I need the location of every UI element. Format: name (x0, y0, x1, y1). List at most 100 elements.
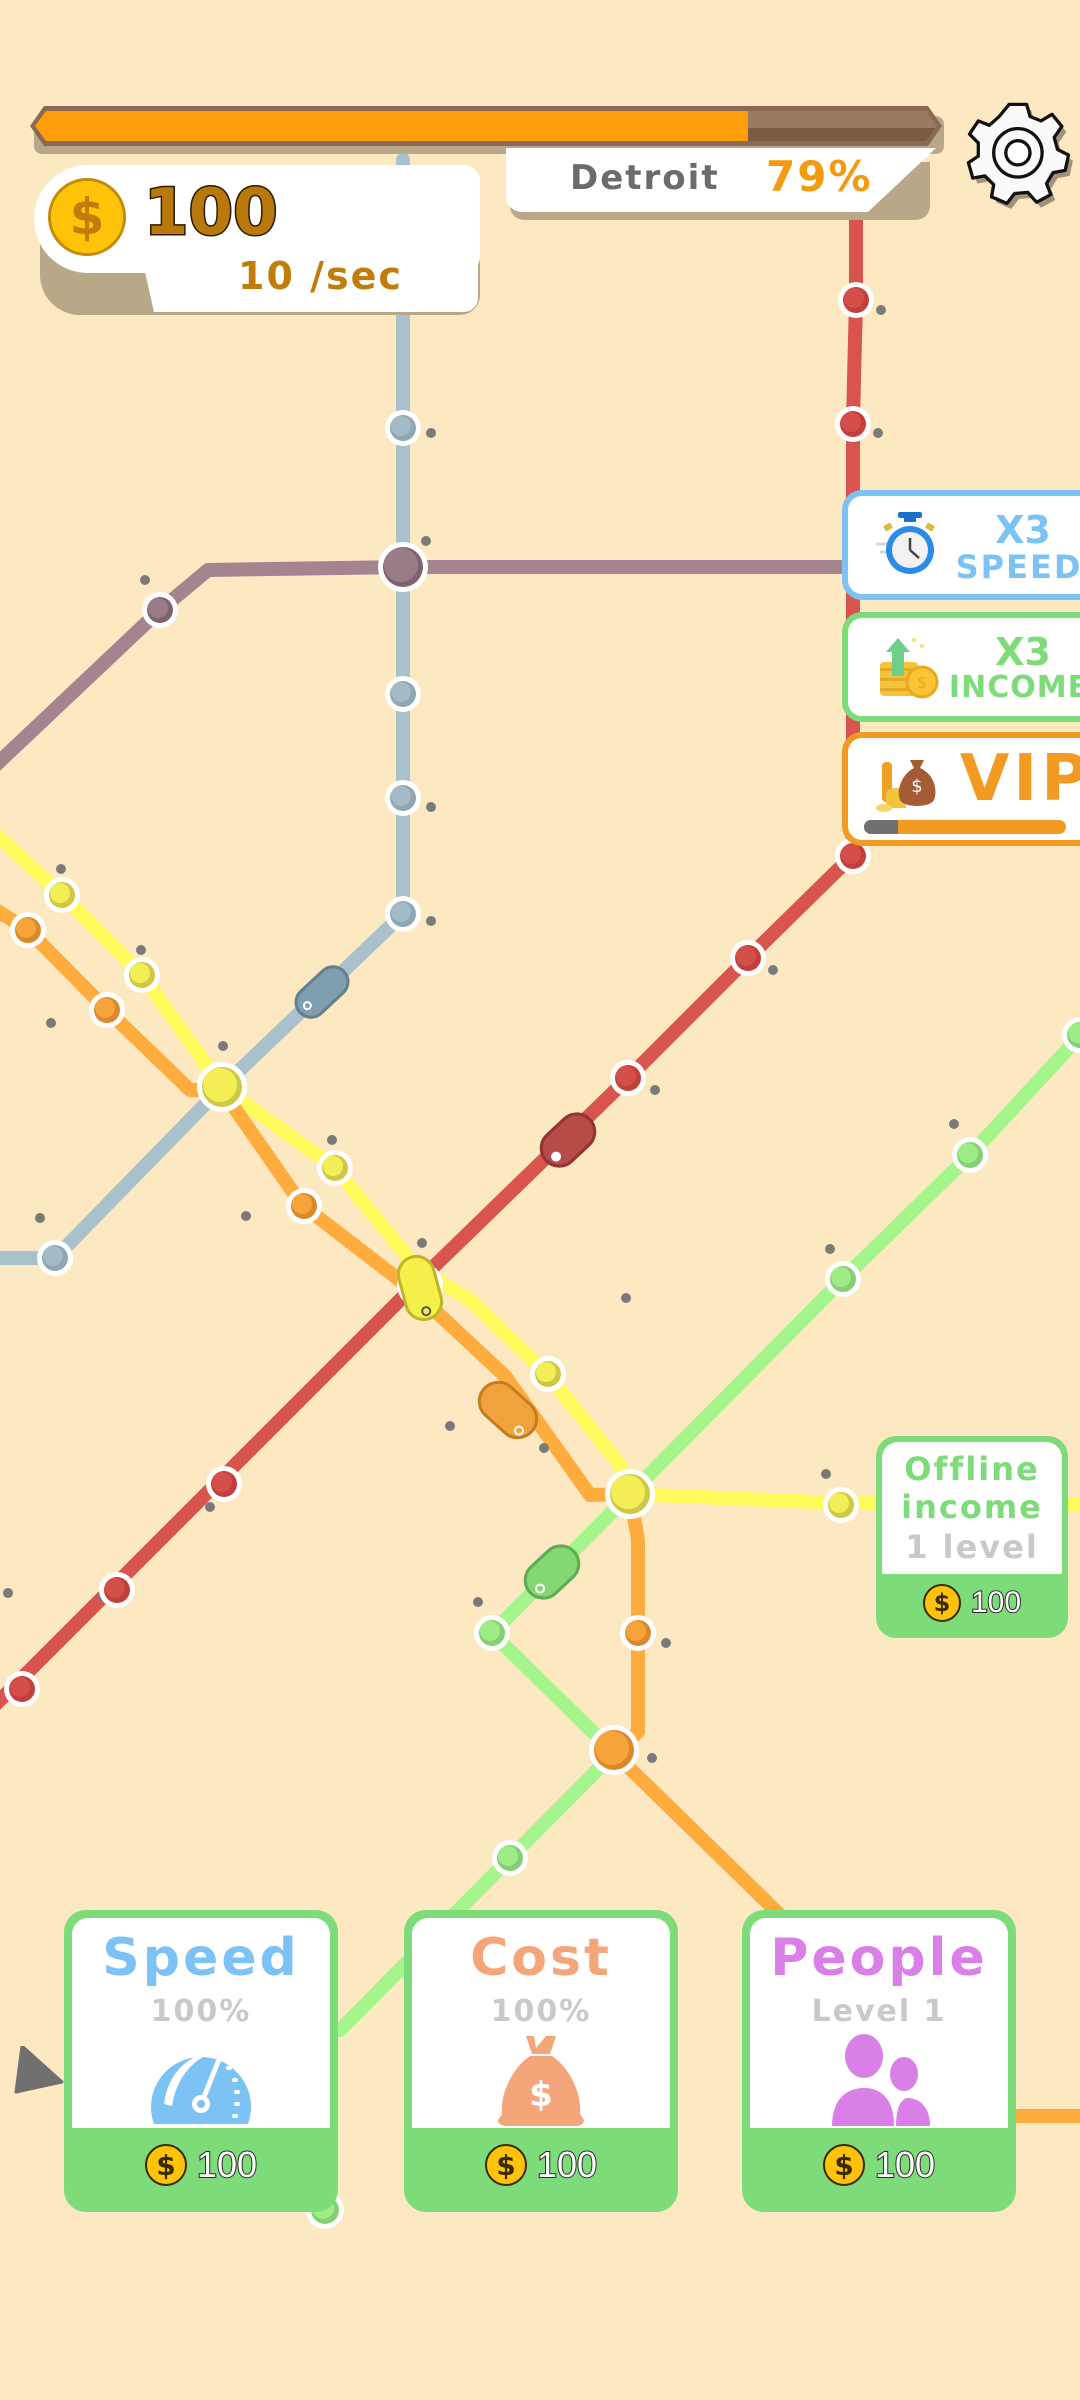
station-red (835, 406, 871, 442)
station-green (825, 1261, 861, 1297)
passenger-dot (949, 1119, 959, 1129)
train-orange[interactable] (472, 1374, 545, 1445)
offline-income-upgrade-button[interactable]: Offline income 1 level $ 100 (876, 1436, 1068, 1638)
station-yellow (124, 957, 160, 993)
passenger-dot (539, 1443, 549, 1453)
station-red (730, 940, 766, 976)
passenger-dot (426, 802, 436, 812)
station-yellow (605, 1469, 655, 1519)
station-orange (589, 1725, 639, 1775)
stopwatch-icon (876, 512, 935, 574)
offscreen-arrow-icon[interactable] (12, 2046, 64, 2096)
station-yellow (530, 1356, 566, 1392)
passenger-dot (876, 305, 886, 315)
offline-income-title-line2: income (901, 1488, 1043, 1526)
passenger-dot (56, 864, 66, 874)
station-red (206, 1466, 242, 1502)
station-red (610, 1060, 646, 1096)
station-orange (620, 1615, 656, 1651)
station-gray-blue (385, 410, 421, 446)
station-orange (89, 992, 125, 1028)
upgrade-people-top: People Level 1 (750, 1918, 1008, 2128)
boost-income-multiplier: X3 (995, 630, 1051, 674)
passenger-dot (473, 1597, 483, 1607)
city-progress-bar (30, 106, 942, 146)
station-gray-blue (385, 780, 421, 816)
coin-icon: $ (144, 2144, 187, 2186)
passenger-dot (768, 965, 778, 975)
station-gray-blue (385, 676, 421, 712)
station-green (492, 1840, 528, 1876)
station-red (99, 1572, 135, 1608)
svg-text:$: $ (917, 673, 927, 692)
people-icon (832, 2034, 930, 2126)
svg-text:$: $ (911, 776, 922, 797)
coin-icon: $ (822, 2144, 865, 2186)
station-yellow (317, 1150, 353, 1186)
money-bag-icon: $ (498, 2036, 584, 2126)
upgrade-speed-title: Speed (102, 1928, 300, 1988)
upgrade-speed-card[interactable]: Speed 100% $ 100 (64, 1910, 338, 2212)
passenger-dot (136, 945, 146, 955)
boost-x3-speed-button[interactable]: X3 SPEED (842, 490, 1080, 600)
station-gray-blue (385, 896, 421, 932)
station-mauve (142, 592, 178, 628)
passenger-dot (35, 1213, 45, 1223)
offline-income-price-value: 100 (970, 1585, 1022, 1620)
station-mauve (378, 542, 428, 592)
train-gray-blue[interactable] (290, 961, 354, 1024)
vip-button[interactable]: $ VIP (842, 732, 1080, 846)
money-bag-icon: $ (876, 760, 936, 812)
upgrade-speed-top: Speed 100% (72, 1918, 330, 2128)
money-value: 100 (143, 175, 280, 252)
passenger-dot (426, 916, 436, 926)
passenger-dot (327, 1135, 337, 1145)
station-yellow (197, 1062, 247, 1112)
speedometer-icon (151, 2052, 251, 2124)
passenger-dot (140, 575, 150, 585)
city-name: Detroit (570, 158, 720, 198)
station-green (952, 1137, 988, 1173)
passenger-dot (821, 1469, 831, 1479)
upgrade-people-card[interactable]: People Level 1 $ 100 (742, 1910, 1016, 2212)
boost-x3-income-button[interactable]: $ X3 INCOME (842, 612, 1080, 722)
upgrade-cost-value: 100% (490, 1994, 592, 2029)
upgrade-people-title: People (770, 1928, 988, 1988)
city-progress-percent: 79% (766, 152, 873, 201)
boost-income-label: INCOME (948, 670, 1080, 705)
passenger-dot (661, 1638, 671, 1648)
upgrade-speed-price: $ 100 (64, 2143, 338, 2186)
offline-income-card-top: Offline income 1 level (882, 1442, 1062, 1574)
station-yellow (44, 877, 80, 913)
city-progress-fill (35, 111, 748, 141)
passenger-dot (205, 1502, 215, 1512)
station-orange (286, 1188, 322, 1224)
upgrade-cost-title: Cost (470, 1928, 612, 1988)
upgrade-people-level: Level 1 (811, 1994, 947, 2029)
upgrade-speed-price-value: 100 (196, 2143, 258, 2186)
station-orange (10, 912, 46, 948)
station-yellow (823, 1487, 859, 1523)
gear-icon[interactable] (964, 100, 1074, 210)
offline-income-title-line1: Offline (904, 1450, 1040, 1488)
passenger-dot (241, 1211, 251, 1221)
coin-icon: $ (484, 2144, 527, 2186)
upgrade-speed-value: 100% (150, 1994, 252, 2029)
vip-progress-bar (864, 820, 1066, 834)
passenger-dot (647, 1753, 657, 1763)
station-green (474, 1615, 510, 1651)
metro-line-mauve (0, 560, 847, 771)
passenger-dot (825, 1244, 835, 1254)
station-red (838, 282, 874, 318)
passenger-dot (417, 1238, 427, 1248)
upgrade-cost-price-value: 100 (536, 2143, 598, 2186)
coin-icon: $ (922, 1584, 961, 1622)
passenger-dot (621, 1293, 631, 1303)
passenger-dot (873, 428, 883, 438)
passenger-dot (445, 1421, 455, 1431)
passenger-dot (421, 536, 431, 546)
upgrade-people-price-value: 100 (874, 2143, 936, 2186)
passenger-dot (3, 1588, 13, 1598)
upgrade-cost-card[interactable]: Cost 100% $ $ 100 (404, 1910, 678, 2212)
svg-text:$: $ (529, 2075, 553, 2115)
